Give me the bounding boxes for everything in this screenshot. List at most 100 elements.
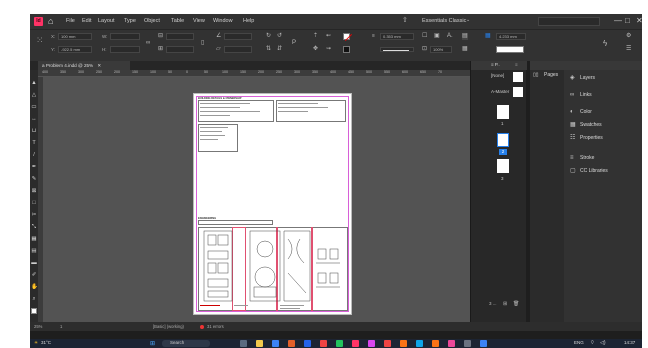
- app-icon[interactable]: [464, 340, 471, 347]
- gap-tool-icon[interactable]: ↔: [31, 116, 37, 122]
- close-button[interactable]: ✕: [636, 16, 642, 25]
- menu-lines-icon[interactable]: ☰: [626, 46, 631, 53]
- h-field[interactable]: [110, 46, 140, 53]
- taskbar-search[interactable]: Search: [162, 340, 210, 347]
- ref-field[interactable]: 4.233 mm: [496, 33, 526, 40]
- type-tool-icon[interactable]: T: [31, 140, 37, 146]
- gradient-feather-tool-icon[interactable]: ▤: [31, 248, 37, 254]
- scale-x-field[interactable]: [166, 33, 194, 40]
- app-icon[interactable]: [448, 340, 455, 347]
- scissors-tool-icon[interactable]: ✂: [31, 212, 37, 218]
- x-field[interactable]: 100 mm: [58, 33, 92, 40]
- select-container-icon[interactable]: ⇡: [313, 33, 318, 40]
- rectangle-tool-icon[interactable]: □: [31, 200, 37, 206]
- frame-fitting-icon[interactable]: ☐: [422, 33, 427, 40]
- menu-type[interactable]: Type: [124, 18, 136, 24]
- language-indicator[interactable]: ENG: [574, 340, 584, 345]
- volume-icon[interactable]: ◁): [600, 340, 606, 346]
- menu-view[interactable]: View: [193, 18, 205, 24]
- status-page[interactable]: 1: [60, 322, 62, 331]
- a-master-thumb[interactable]: [513, 87, 523, 97]
- free-transform-tool-icon[interactable]: ⤡: [31, 224, 37, 230]
- app-icon[interactable]: [400, 340, 407, 347]
- constrain-scale-icon[interactable]: ▯: [201, 40, 204, 47]
- share-icon[interactable]: ⇧: [402, 17, 408, 24]
- eyedropper-tool-icon[interactable]: ✐: [31, 272, 37, 278]
- select-previous-icon[interactable]: ⇜: [326, 33, 331, 40]
- edge-icon[interactable]: [272, 340, 279, 347]
- status-errors[interactable]: 31 errors: [207, 322, 224, 331]
- drop-shadow-icon[interactable]: ▦: [462, 46, 468, 53]
- app-icon[interactable]: [368, 340, 375, 347]
- panel-menu-icon[interactable]: ≡: [515, 62, 518, 67]
- maximize-button[interactable]: □: [625, 16, 630, 25]
- network-icon[interactable]: ⌔: [590, 340, 595, 346]
- auto-fit-icon[interactable]: ▦: [485, 33, 491, 40]
- fill-stroke-swatch[interactable]: [31, 308, 37, 314]
- pages-panel-tab[interactable]: ≡ P..: [491, 62, 500, 67]
- menu-table[interactable]: Table: [171, 18, 184, 24]
- flip-icon[interactable]: ⇅: [266, 46, 271, 53]
- line-tool-icon[interactable]: /: [31, 152, 37, 158]
- hand-tool-icon[interactable]: ✋: [31, 284, 38, 290]
- none-master-thumb[interactable]: [513, 72, 523, 82]
- y-field[interactable]: -922.5 mm: [58, 46, 92, 53]
- panel-swatches[interactable]: ▦ Swatches: [568, 120, 602, 130]
- rotate-cw-icon[interactable]: ↻: [266, 33, 271, 40]
- page-1-thumb[interactable]: [497, 105, 509, 119]
- status-style[interactable]: [Basic] (working): [153, 322, 184, 331]
- pages-tab-title[interactable]: Pages: [544, 72, 558, 78]
- stroke-swatch[interactable]: [343, 46, 350, 53]
- effects-icon[interactable]: ▤: [462, 33, 468, 40]
- document-tab[interactable]: a Problem 4.indd @ 25% ✕: [38, 61, 130, 70]
- page-3-thumb[interactable]: [497, 159, 509, 173]
- status-zoom[interactable]: 25%: [34, 322, 42, 331]
- app-icon[interactable]: [288, 340, 295, 347]
- menu-edit[interactable]: Edit: [82, 18, 91, 24]
- fill-swatch[interactable]: [343, 33, 353, 42]
- note-tool-icon[interactable]: ▬: [31, 260, 37, 266]
- scale-y-field[interactable]: [166, 46, 194, 53]
- rotate-ccw-icon[interactable]: ↺: [277, 33, 282, 40]
- menu-object[interactable]: Object: [144, 18, 160, 24]
- a-master[interactable]: A-Master: [491, 89, 509, 94]
- menu-help[interactable]: Help: [243, 18, 254, 24]
- direct-selection-tool-icon[interactable]: △: [31, 92, 37, 98]
- flip-horizontal-icon[interactable]: P: [292, 40, 296, 47]
- stroke-weight-field[interactable]: 0.353 mm: [380, 33, 414, 40]
- chrome-icon[interactable]: [336, 340, 343, 347]
- pages-icon[interactable]: ▯▯: [533, 72, 539, 78]
- search-field[interactable]: [538, 17, 600, 26]
- panel-layers[interactable]: ◈ Layers: [568, 73, 595, 83]
- constrain-link-icon[interactable]: ∞: [146, 40, 150, 47]
- gradient-swatch-tool-icon[interactable]: ▦: [31, 236, 37, 242]
- text-wrap-icon[interactable]: A.: [447, 33, 453, 40]
- reference-point-icon[interactable]: ⁙: [36, 36, 44, 45]
- clock[interactable]: 14:37: [624, 340, 635, 345]
- home-icon[interactable]: ⌂: [48, 16, 58, 26]
- tab-close-icon[interactable]: ✕: [97, 63, 101, 68]
- selection-tool-icon[interactable]: ▲: [31, 80, 37, 86]
- panel-stroke[interactable]: ≡ Stroke: [568, 153, 594, 163]
- none-master[interactable]: [None]: [491, 73, 504, 78]
- panel-cc-libraries[interactable]: ▢ CC Libraries: [568, 166, 608, 176]
- zoom-tool-icon[interactable]: ⌕: [31, 296, 37, 302]
- lightning-icon[interactable]: ϟ: [603, 40, 607, 48]
- w-field[interactable]: [110, 33, 140, 40]
- app-icon[interactable]: [384, 340, 391, 347]
- settings-icon[interactable]: ⚙: [626, 33, 631, 40]
- opacity-field[interactable]: 100%: [430, 46, 452, 53]
- word-icon[interactable]: [304, 340, 311, 347]
- document-page[interactable]: BUILDING DETAILS & OWNERSHIP ENGINEERING: [193, 93, 352, 315]
- delete-page-icon[interactable]: 🗑: [513, 301, 519, 307]
- preset-swatch[interactable]: [496, 46, 524, 53]
- app-icon[interactable]: [416, 340, 423, 347]
- app-icon[interactable]: [432, 340, 439, 347]
- shear-field[interactable]: [224, 46, 252, 53]
- pen-tool-icon[interactable]: ✒: [31, 164, 37, 170]
- minimize-button[interactable]: —: [614, 16, 622, 25]
- indesign-icon[interactable]: [352, 340, 359, 347]
- select-next-icon[interactable]: ⇝: [326, 46, 331, 53]
- panel-properties[interactable]: ☷ Properties: [568, 133, 603, 143]
- workspace-switcher[interactable]: Essentials Classic: [422, 18, 466, 24]
